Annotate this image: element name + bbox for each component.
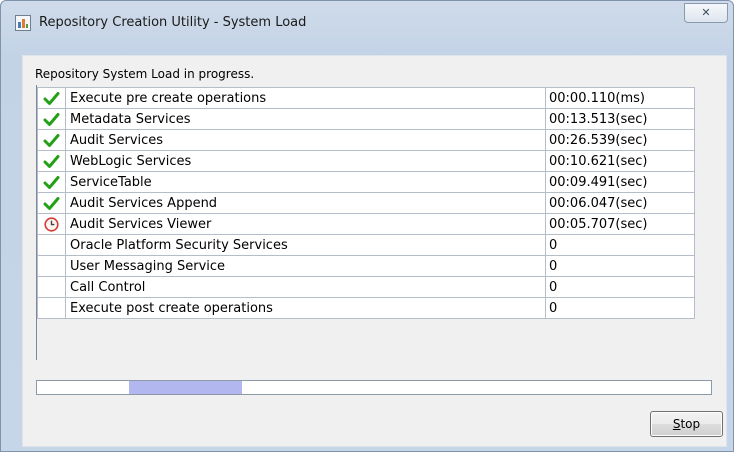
stop-button-label: Stop (672, 417, 701, 431)
dialog-content: Repository System Load in progress. Exec… (22, 55, 727, 447)
task-status-cell (37, 192, 66, 214)
task-status-cell (37, 276, 66, 298)
task-row[interactable]: Call Control 0 (37, 276, 695, 298)
task-name: Audit Services Append (65, 192, 546, 214)
stop-button[interactable]: Stop (650, 411, 723, 437)
task-status-cell (37, 171, 66, 193)
task-status-cell (37, 87, 66, 109)
task-table-container[interactable]: Execute pre create operations 00:00.110(m… (36, 85, 695, 360)
task-row[interactable]: Audit Services Append 00:06.047(sec) (37, 192, 695, 214)
progress-bar-fill (129, 381, 242, 394)
task-name: Call Control (65, 276, 546, 298)
task-name: User Messaging Service (65, 255, 546, 277)
task-time: 0 (545, 297, 695, 319)
task-row[interactable]: Metadata Services 00:13.513(sec) (37, 108, 695, 130)
close-button[interactable]: ✕ (684, 3, 728, 23)
checkmark-icon (43, 154, 60, 168)
task-name: Execute pre create operations (65, 87, 546, 109)
task-name: Execute post create operations (65, 297, 546, 319)
task-name: WebLogic Services (65, 150, 546, 172)
task-table: Execute pre create operations 00:00.110(m… (37, 87, 695, 319)
task-row[interactable]: ServiceTable 00:09.491(sec) (37, 171, 695, 193)
task-time: 0 (545, 234, 695, 256)
task-row[interactable]: Execute post create operations 0 (37, 297, 695, 319)
task-row[interactable]: User Messaging Service 0 (37, 255, 695, 277)
checkmark-icon (43, 175, 60, 189)
window-title: Repository Creation Utility - System Loa… (39, 15, 307, 30)
checkmark-icon (43, 133, 60, 147)
task-name: Metadata Services (65, 108, 546, 130)
progress-bar (36, 380, 712, 395)
task-status-cell (37, 255, 66, 277)
task-time: 00:10.621(sec) (545, 150, 695, 172)
title-bar[interactable]: Repository Creation Utility - System Loa… (1, 1, 733, 41)
task-status-cell (37, 234, 66, 256)
task-name: ServiceTable (65, 171, 546, 193)
task-time: 00:06.047(sec) (545, 192, 695, 214)
task-row[interactable]: Oracle Platform Security Services 0 (37, 234, 695, 256)
status-message: Repository System Load in progress. (35, 67, 255, 81)
task-row[interactable]: Execute pre create operations 00:00.110(m… (37, 87, 695, 109)
checkmark-icon (43, 91, 60, 105)
task-time: 00:09.491(sec) (545, 171, 695, 193)
task-status-cell (37, 108, 66, 130)
dialog-window: Repository Creation Utility - System Loa… (0, 0, 734, 452)
task-status-cell (37, 129, 66, 151)
app-icon (15, 15, 31, 31)
task-name: Audit Services (65, 129, 546, 151)
clock-icon (44, 216, 59, 232)
checkmark-icon (43, 196, 60, 210)
task-time: 00:13.513(sec) (545, 108, 695, 130)
task-row[interactable]: WebLogic Services 00:10.621(sec) (37, 150, 695, 172)
task-time: 00:26.539(sec) (545, 129, 695, 151)
task-time: 0 (545, 276, 695, 298)
task-time: 0 (545, 255, 695, 277)
task-time: 00:05.707(sec) (545, 213, 695, 235)
task-name: Oracle Platform Security Services (65, 234, 546, 256)
task-status-cell (37, 150, 66, 172)
task-name: Audit Services Viewer (65, 213, 546, 235)
task-status-cell (37, 297, 66, 319)
task-row[interactable]: Audit Services 00:26.539(sec) (37, 129, 695, 151)
checkmark-icon (43, 112, 60, 126)
task-time: 00:00.110(ms) (545, 87, 695, 109)
task-status-cell (37, 213, 66, 235)
task-row[interactable]: Audit Services Viewer 00:05.707(sec) (37, 213, 695, 235)
